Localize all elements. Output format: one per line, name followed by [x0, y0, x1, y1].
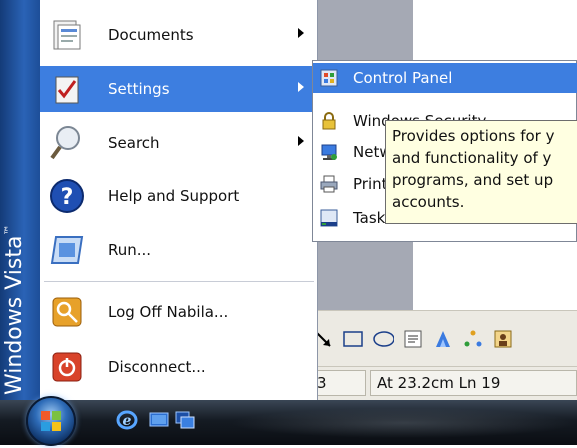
documents-icon [46, 15, 88, 55]
brand-label: Windows Vista™ [2, 224, 27, 395]
quick-launch-switch-windows-icon[interactable] [174, 410, 196, 430]
svg-text:e: e [123, 413, 132, 429]
wordart-tool-icon[interactable] [432, 328, 454, 350]
rectangle-tool-icon[interactable] [342, 328, 364, 350]
menu-separator [44, 281, 314, 282]
start-menu-item-logoff[interactable]: Log Off Nabila... [40, 289, 316, 335]
textbox-tool-icon[interactable] [402, 328, 424, 350]
clipart-tool-icon[interactable] [492, 328, 514, 350]
submenu-item-label: Control Panel [353, 69, 453, 87]
status-field-position: At 23.2cm Ln 19 [370, 370, 577, 396]
quick-launch-desktop-icon[interactable] [148, 410, 170, 430]
start-menu-item-disconnect[interactable]: Disconnect... [40, 344, 316, 390]
start-menu-item-documents[interactable]: Documents [40, 12, 316, 58]
submenu-arrow-icon [298, 82, 304, 92]
tooltip-line: and functionality of y [392, 149, 552, 167]
search-icon [46, 123, 88, 163]
submenu-arrow-icon [298, 136, 304, 146]
drawing-toolbar-buttons [312, 322, 514, 356]
status-field-left: 3 [310, 370, 366, 396]
start-menu-item-run[interactable]: Run... [40, 227, 316, 273]
start-menu-item-settings[interactable]: Settings [40, 66, 316, 112]
svg-text:?: ? [61, 185, 74, 210]
menu-item-label: Settings [108, 80, 170, 98]
logoff-icon [46, 292, 88, 332]
tooltip-line: Provides options for y [392, 127, 555, 145]
network-icon [319, 142, 339, 162]
submenu-item-control-panel[interactable]: Control Panel [313, 63, 577, 93]
tooltip-line: programs, and set up [392, 171, 554, 189]
disconnect-icon [46, 347, 88, 387]
oval-tool-icon[interactable] [372, 328, 394, 350]
menu-item-label: Log Off Nabila... [108, 303, 229, 321]
diagram-tool-icon[interactable] [462, 328, 484, 350]
quick-launch-ie-icon[interactable]: e [116, 410, 138, 430]
taskbar-icon [319, 208, 339, 228]
printer-icon [319, 174, 339, 194]
menu-item-label: Documents [108, 26, 194, 44]
tooltip-line: accounts. [392, 193, 465, 211]
run-icon [46, 230, 88, 270]
lock-icon [319, 111, 339, 131]
settings-icon [46, 69, 88, 109]
menu-item-label: Search [108, 134, 160, 152]
menu-item-label: Help and Support [108, 187, 240, 205]
start-button[interactable] [26, 396, 76, 446]
start-menu-item-help[interactable]: ? Help and Support [40, 173, 316, 219]
help-icon: ? [46, 176, 88, 216]
submenu-arrow-icon [298, 28, 304, 38]
windows-logo-icon [41, 411, 61, 431]
control-panel-tooltip: Provides options for y and functionality… [385, 120, 577, 224]
taskbar-glow [230, 408, 577, 438]
control-panel-icon [319, 68, 339, 88]
menu-item-label: Disconnect... [108, 358, 206, 376]
menu-item-label: Run... [108, 241, 152, 259]
start-menu-item-search[interactable]: Search [40, 120, 316, 166]
start-menu: Windows Vista™ Documents Settings Search… [0, 0, 318, 400]
